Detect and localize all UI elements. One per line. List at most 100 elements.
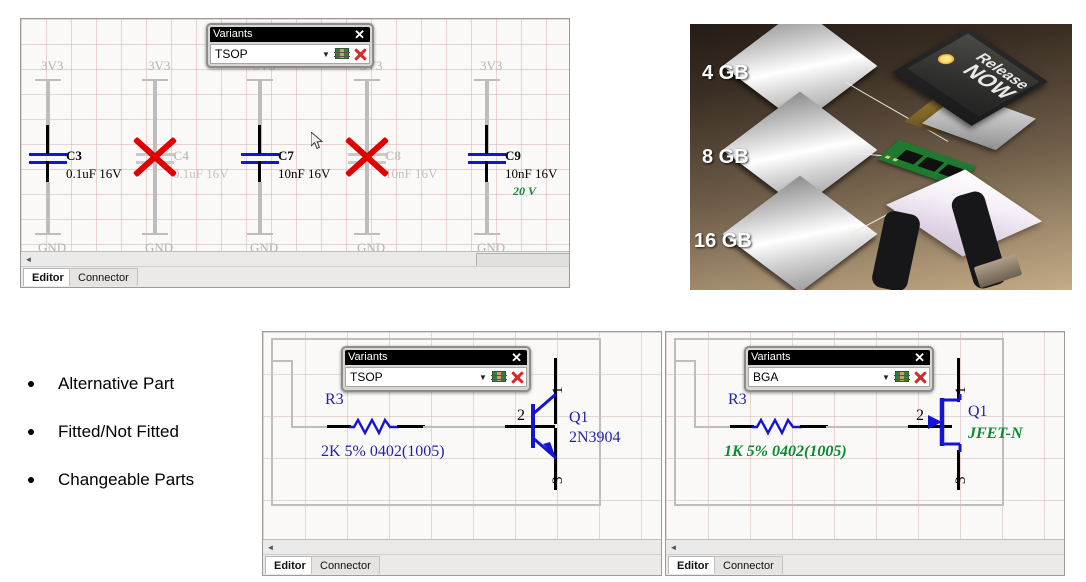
component-value-c9[interactable]: 10nF 16V	[505, 167, 557, 180]
pin-label-1: 1	[550, 386, 566, 395]
npn-transistor-symbol-q1[interactable]	[531, 392, 571, 462]
component-value-c3[interactable]: 0.1uF 16V	[66, 167, 122, 180]
tab-connector[interactable]: Connector	[311, 556, 380, 574]
chevron-down-icon[interactable]: ▼	[879, 373, 893, 382]
pin-label-3: 3	[953, 476, 969, 485]
component-ref-r3[interactable]: R3	[728, 392, 747, 408]
not-fitted-x-icon	[132, 134, 178, 180]
wire	[46, 125, 49, 154]
variants-controls-row: TSOP ▼	[210, 44, 370, 64]
variants-title-label: Variants	[213, 28, 253, 40]
tab-connector[interactable]: Connector	[714, 556, 783, 574]
list-item-label: Fitted/Not Fitted	[58, 422, 179, 441]
top-left-schematic-panel: 3V3 GND C3 0.1uF 16V 3V3 GND C4 0.1uF 16…	[20, 18, 570, 288]
scroll-left-icon[interactable]: ◄	[265, 542, 276, 553]
component-variant-value-c9[interactable]: 20 V	[513, 185, 536, 197]
chevron-down-icon[interactable]: ▼	[319, 50, 333, 59]
schematic-canvas[interactable]: 3V3 GND C3 0.1uF 16V 3V3 GND C4 0.1uF 16…	[21, 19, 569, 252]
horizontal-scrollbar[interactable]: ◄	[263, 539, 661, 555]
close-icon[interactable]: ✕	[509, 351, 524, 364]
component-value-c8[interactable]: 10nF 16V	[385, 167, 437, 180]
variants-controls-row: TSOP ▼	[345, 367, 527, 387]
memory-capacity-illustration: 4 GB 8 GB 16 GB Release NOW	[690, 24, 1072, 290]
component-ref-q1[interactable]: Q1	[569, 410, 589, 426]
mouse-cursor-icon	[311, 132, 323, 150]
bullet-icon	[28, 477, 34, 483]
capacity-label-4gb: 4 GB	[702, 62, 749, 84]
list-item-label: Changeable Parts	[58, 470, 195, 489]
tab-editor[interactable]: Editor	[265, 556, 315, 574]
schematic-canvas[interactable]: R3 1K 5% 0402(1005) Q1 JFET-N 1 2 3 Vari…	[666, 332, 1064, 540]
component-value-c4[interactable]: 0.1uF 16V	[173, 167, 229, 180]
variant-select-value[interactable]: TSOP	[211, 47, 319, 61]
component-value-r3[interactable]: 2K 5% 0402(1005)	[321, 444, 445, 460]
variant-select-value[interactable]: BGA	[749, 370, 879, 384]
tab-editor[interactable]: Editor	[23, 268, 73, 286]
component-ref-r3[interactable]: R3	[325, 392, 344, 408]
tab-strip: Editor Connector	[666, 554, 1064, 575]
sheet-border	[674, 338, 1004, 340]
wire	[694, 360, 696, 428]
chevron-down-icon[interactable]: ▼	[476, 373, 490, 382]
red-x-icon[interactable]	[911, 368, 929, 386]
scroll-left-icon[interactable]: ◄	[668, 542, 679, 553]
net-label-3v3: 3V3	[480, 58, 503, 73]
screen-text: Release NOW	[953, 51, 1034, 103]
resistor-symbol-r3[interactable]	[349, 414, 399, 438]
tab-connector[interactable]: Connector	[69, 268, 138, 286]
component-ref-c3[interactable]: C3	[66, 149, 82, 162]
wire	[258, 161, 261, 183]
resistor-symbol-r3[interactable]	[752, 414, 802, 438]
red-x-icon[interactable]	[508, 368, 526, 386]
scroll-left-icon[interactable]: ◄	[23, 254, 34, 265]
variant-select-value[interactable]: TSOP	[346, 370, 476, 384]
scrollbar-thumb[interactable]	[476, 253, 569, 267]
tab-editor[interactable]: Editor	[668, 556, 718, 574]
wire	[271, 360, 293, 362]
close-icon[interactable]: ✕	[912, 351, 927, 364]
net-label-3v3: 3V3	[41, 58, 64, 73]
wire	[291, 360, 293, 428]
wire	[291, 426, 327, 428]
schematic-canvas[interactable]: R3 2K 5% 0402(1005) Q1 2N3904 1 2 3 Vari…	[263, 332, 661, 540]
wire	[327, 425, 351, 428]
variants-titlebar: Variants ✕	[345, 350, 527, 365]
list-item: Changeable Parts	[28, 470, 194, 490]
jfet-n-transistor-symbol-q1[interactable]	[928, 392, 974, 456]
watch-strap-left	[870, 209, 922, 290]
pin-label-2: 2	[916, 407, 924, 424]
horizontal-scrollbar[interactable]: ◄	[666, 539, 1064, 555]
wire	[800, 425, 828, 428]
horizontal-scrollbar[interactable]: ◄	[21, 251, 569, 267]
sheet-border	[674, 338, 676, 506]
wire	[46, 161, 49, 183]
wire	[485, 161, 488, 183]
wire	[423, 426, 507, 428]
pin-label-3: 3	[550, 476, 566, 485]
list-item-label: Alternative Part	[58, 374, 175, 393]
component-ref-q1[interactable]: Q1	[968, 404, 988, 420]
variants-dialog[interactable]: Variants ✕ BGA ▼	[744, 346, 934, 392]
component-ref-c9[interactable]: C9	[505, 149, 521, 162]
close-icon[interactable]: ✕	[352, 28, 367, 41]
list-item: Fitted/Not Fitted	[28, 422, 194, 442]
component-value-r3[interactable]: 1K 5% 0402(1005)	[724, 444, 847, 460]
wire	[485, 182, 489, 234]
feature-bullet-list: Alternative Part Fitted/Not Fitted Chang…	[28, 374, 194, 518]
red-x-icon[interactable]	[351, 45, 369, 63]
variants-dialog[interactable]: Variants ✕ TSOP ▼	[341, 346, 531, 392]
component-value-q1[interactable]: JFET-N	[968, 426, 1023, 442]
component-value-q1[interactable]: 2N3904	[569, 430, 621, 446]
chip-icon[interactable]	[893, 368, 911, 386]
variants-dialog[interactable]: Variants ✕ TSOP ▼	[206, 23, 374, 68]
chip-icon[interactable]	[333, 45, 351, 63]
component-value-c7[interactable]: 10nF 16V	[278, 167, 330, 180]
variants-titlebar: Variants ✕	[748, 350, 930, 365]
wire	[485, 125, 488, 154]
chip-icon[interactable]	[490, 368, 508, 386]
screen-sun-icon	[934, 51, 958, 67]
variants-title-label: Variants	[751, 351, 791, 363]
sheet-border	[271, 338, 601, 340]
capacity-label-8gb: 8 GB	[702, 146, 749, 168]
component-ref-c7[interactable]: C7	[278, 149, 294, 162]
